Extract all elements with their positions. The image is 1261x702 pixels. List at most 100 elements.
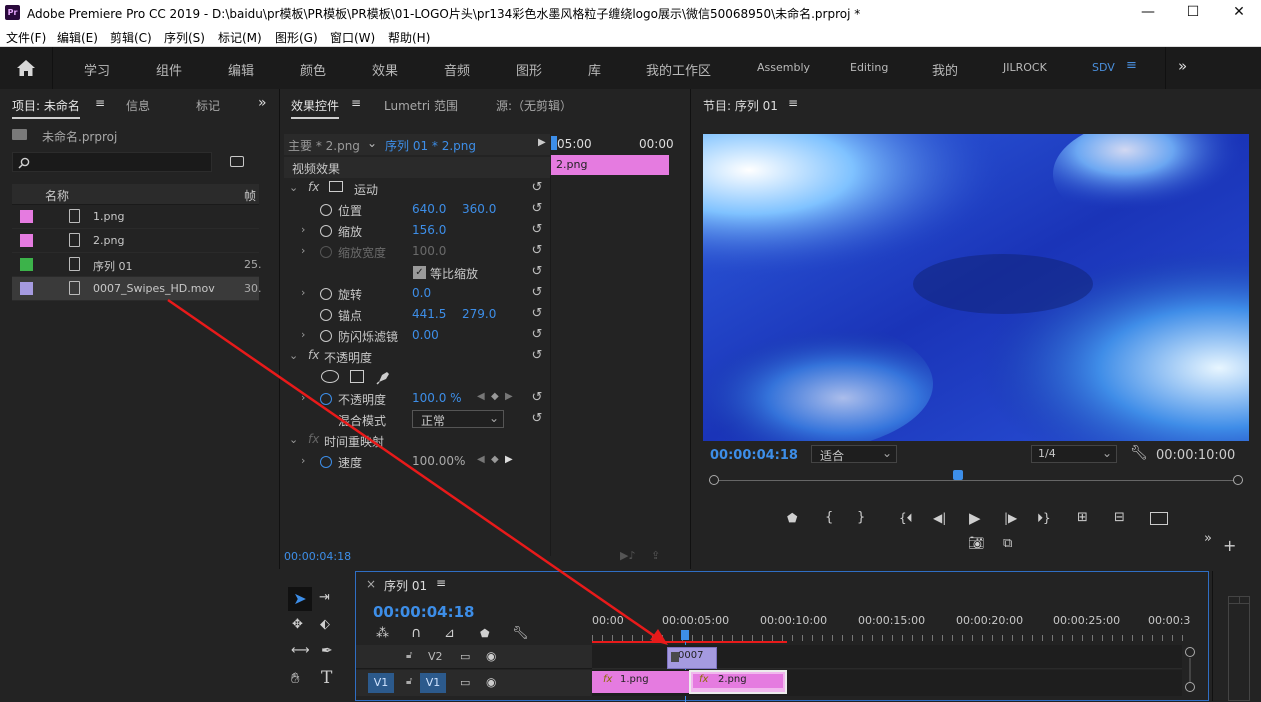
timeline-playhead[interactable] (681, 630, 689, 640)
menu-file[interactable]: 文件(F) (6, 29, 46, 46)
type-tool-icon[interactable]: T (321, 668, 332, 688)
opacity-value[interactable]: 100.0 % (412, 391, 462, 405)
go-to-out-icon[interactable]: ⏵} (1037, 511, 1051, 526)
hand-tool-icon[interactable]: ✋︎ (291, 669, 300, 687)
tab-source[interactable]: 源:（无剪辑） (496, 97, 572, 114)
workspace-menu-icon[interactable]: ≡ (1126, 58, 1137, 73)
tab-markers[interactable]: 标记 (196, 97, 220, 114)
stopwatch-icon[interactable] (320, 309, 332, 321)
work-area-bar[interactable] (592, 641, 787, 643)
label-color-swatch[interactable] (20, 258, 33, 271)
play-icon[interactable]: ▶ (969, 509, 981, 527)
reset-scale-width-icon[interactable]: ↺ (530, 244, 544, 258)
zoom-select[interactable]: 适合 ⌄ (811, 445, 897, 463)
sync-lock-icon[interactable]: ▭ (460, 676, 470, 689)
pen-mask-icon[interactable] (376, 369, 392, 385)
effect-controls-menu-icon[interactable]: ≡ (351, 96, 361, 110)
master-clip-label[interactable]: 主要 * 2.png (288, 137, 360, 154)
project-overflow-icon[interactable]: » (258, 95, 267, 111)
sequence-tab[interactable]: 序列 01 (384, 577, 427, 594)
workspace-assembly-cn[interactable]: 组件 (156, 60, 182, 79)
label-color-swatch[interactable] (20, 210, 33, 223)
menu-edit[interactable]: 编辑(E) (57, 29, 98, 46)
stopwatch-active-icon[interactable] (320, 456, 332, 468)
label-color-swatch[interactable] (20, 234, 33, 247)
project-list-item[interactable]: 0007_Swipes_HD.mov 30. (12, 277, 262, 301)
eye-icon[interactable]: ◉ (486, 649, 496, 663)
anchor-x-value[interactable]: 441.5 (412, 307, 446, 321)
play-only-clip-icon[interactable]: ▶ (538, 137, 546, 148)
overflow-controls-icon[interactable]: » (1204, 531, 1212, 546)
speed-value[interactable]: 100.00% (412, 454, 465, 468)
vertical-scrollbar[interactable] (1189, 658, 1191, 682)
reset-anchor-icon[interactable]: ↺ (530, 307, 544, 321)
prev-keyframe-icon[interactable]: ◀ (477, 454, 485, 465)
flicker-value[interactable]: 0.00 (412, 328, 439, 342)
uniform-scale-checkbox[interactable]: ✓ (413, 266, 426, 279)
export-frame-icon[interactable]: ⇪ (651, 549, 660, 562)
workspace-assembly[interactable]: Assembly (757, 61, 810, 74)
nest-icon[interactable]: ⁂ (376, 626, 389, 641)
stopwatch-active-icon[interactable] (320, 393, 332, 405)
search-input[interactable] (12, 152, 212, 172)
resolution-select[interactable]: 1/4 ⌄ (1031, 445, 1117, 463)
stopwatch-icon[interactable] (320, 288, 332, 300)
workspace-my-workspace[interactable]: 我的工作区 (646, 60, 711, 79)
clip-v1-1png[interactable]: fx 1.png (592, 671, 689, 693)
rotation-value[interactable]: 0.0 (412, 286, 431, 300)
close-button[interactable]: ✕ (1224, 2, 1254, 22)
prev-keyframe-icon[interactable]: ◀ (477, 391, 485, 402)
track-select-tool-icon[interactable]: ⇥ (319, 590, 330, 605)
mark-out-icon[interactable]: } (857, 510, 865, 525)
column-name[interactable]: 名称 (45, 187, 69, 204)
workspace-libraries[interactable]: 库 (588, 60, 601, 79)
fx-icon[interactable]: fx (308, 180, 319, 194)
workspace-audio[interactable]: 音频 (444, 60, 470, 79)
home-icon[interactable] (16, 59, 36, 77)
razor-tool-icon[interactable]: ⬖ (320, 617, 330, 632)
reset-uniform-scale-icon[interactable]: ↺ (530, 265, 544, 279)
stopwatch-icon[interactable] (320, 204, 332, 216)
menu-help[interactable]: 帮助(H) (388, 29, 430, 46)
timeline-settings-icon[interactable]: 🔧︎ (512, 626, 529, 641)
mark-in-icon[interactable]: { (825, 510, 833, 525)
program-menu-icon[interactable]: ≡ (788, 96, 798, 110)
ellipse-mask-icon[interactable] (321, 370, 339, 383)
stopwatch-icon[interactable] (320, 225, 332, 237)
workspace-editing[interactable]: Editing (850, 61, 888, 74)
eye-icon[interactable]: ◉ (486, 675, 496, 689)
selection-tool-icon[interactable]: ➤ (288, 587, 312, 611)
reset-scale-icon[interactable]: ↺ (530, 223, 544, 237)
reset-motion-icon[interactable]: ↺ (530, 181, 544, 195)
next-keyframe-icon[interactable]: ▶ (505, 454, 513, 465)
blend-mode-select[interactable]: 正常 ⌄ (412, 410, 504, 428)
reset-blend-icon[interactable]: ↺ (530, 412, 544, 426)
workspace-learn[interactable]: 学习 (84, 60, 110, 79)
menu-sequence[interactable]: 序列(S) (164, 29, 205, 46)
workspace-mine[interactable]: 我的 (932, 60, 958, 79)
minimize-button[interactable]: — (1133, 2, 1163, 22)
mini-clip[interactable]: 2.png (551, 155, 669, 175)
flicker-expand-icon[interactable]: › (301, 328, 305, 341)
linked-selection-icon[interactable]: ⊿ (444, 626, 455, 641)
sequence-clip-label[interactable]: 序列 01 * 2.png (385, 137, 476, 154)
program-timecode[interactable]: 00:00:04:18 (710, 448, 798, 463)
opacity-value-expand-icon[interactable]: › (301, 391, 305, 404)
motion-expand-icon[interactable]: ⌄ (289, 181, 298, 194)
reset-position-icon[interactable]: ↺ (530, 202, 544, 216)
scroll-handle-top[interactable] (1185, 647, 1195, 657)
position-y-value[interactable]: 360.0 (462, 202, 496, 216)
project-menu-icon[interactable]: ≡ (95, 96, 105, 110)
reset-opacity-icon[interactable]: ↺ (530, 349, 544, 363)
opacity-expand-icon[interactable]: ⌄ (289, 349, 298, 362)
rotation-expand-icon[interactable]: › (301, 286, 305, 299)
lock-track-icon[interactable]: 🔓︎ (406, 650, 412, 661)
anchor-y-value[interactable]: 279.0 (462, 307, 496, 321)
workspace-sdv[interactable]: SDV (1092, 61, 1115, 74)
timeline-timecode[interactable]: 00:00:04:18 (373, 603, 475, 621)
position-x-value[interactable]: 640.0 (412, 202, 446, 216)
clip-v2[interactable]: 0007 (667, 647, 717, 669)
add-marker-icon[interactable]: ⬟ (787, 511, 797, 525)
add-marker-icon[interactable]: ⬟ (480, 627, 490, 640)
program-title[interactable]: 节目: 序列 01 (703, 97, 778, 114)
